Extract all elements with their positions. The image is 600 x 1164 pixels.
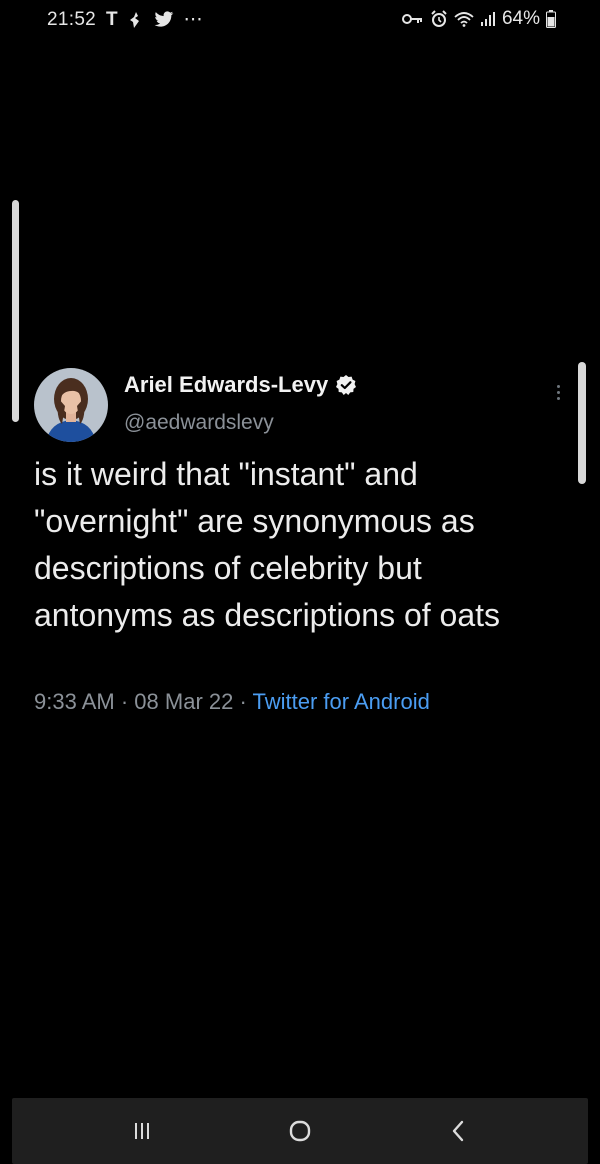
status-time: 21:52	[47, 8, 97, 30]
tweet-time: 9:33 AM	[34, 689, 115, 714]
navigation-bar	[12, 1098, 588, 1164]
status-left: 21:52 T ⋯	[47, 8, 203, 31]
notification-icon	[128, 11, 144, 29]
avatar-portrait-image	[34, 368, 108, 442]
carrier-icon: T	[106, 8, 118, 30]
more-options-icon[interactable]	[548, 378, 568, 406]
back-button[interactable]	[428, 1098, 488, 1164]
vpn-key-icon	[401, 12, 424, 26]
recents-icon	[135, 1123, 149, 1139]
user-handle[interactable]: @aedwardslevy	[124, 411, 274, 435]
status-right: 64%	[401, 8, 556, 30]
twitter-bird-icon	[154, 11, 174, 28]
tweet-meta: 9:33 AM · 08 Mar 22 · Twitter for Androi…	[34, 689, 430, 715]
home-button[interactable]	[270, 1098, 330, 1164]
battery-percentage: 64%	[501, 8, 540, 29]
alarm-icon	[430, 10, 448, 28]
status-bar: 21:52 T ⋯ 64%	[0, 0, 600, 38]
display-name-row[interactable]: Ariel Edwards-Levy	[124, 372, 357, 398]
display-name[interactable]: Ariel Edwards-Levy	[124, 372, 328, 398]
verified-badge-icon	[335, 374, 357, 396]
avatar[interactable]	[34, 368, 108, 442]
wifi-icon	[454, 11, 474, 27]
scrollbar[interactable]	[578, 362, 586, 484]
back-icon	[452, 1120, 464, 1142]
tweet-source-link[interactable]: Twitter for Android	[253, 689, 430, 714]
home-icon	[289, 1120, 311, 1142]
tweet-date: 08 Mar 22	[134, 689, 234, 714]
edge-panel-handle[interactable]	[12, 200, 19, 422]
tweet-text: is it weird that "instant" and "overnigh…	[34, 456, 501, 633]
signal-icon	[480, 11, 496, 27]
recents-button[interactable]	[112, 1098, 172, 1164]
battery-icon	[546, 10, 556, 28]
meta-separator: ·	[120, 689, 129, 714]
more-dots-icon: ⋯	[183, 9, 203, 30]
meta-separator: ·	[239, 689, 247, 714]
